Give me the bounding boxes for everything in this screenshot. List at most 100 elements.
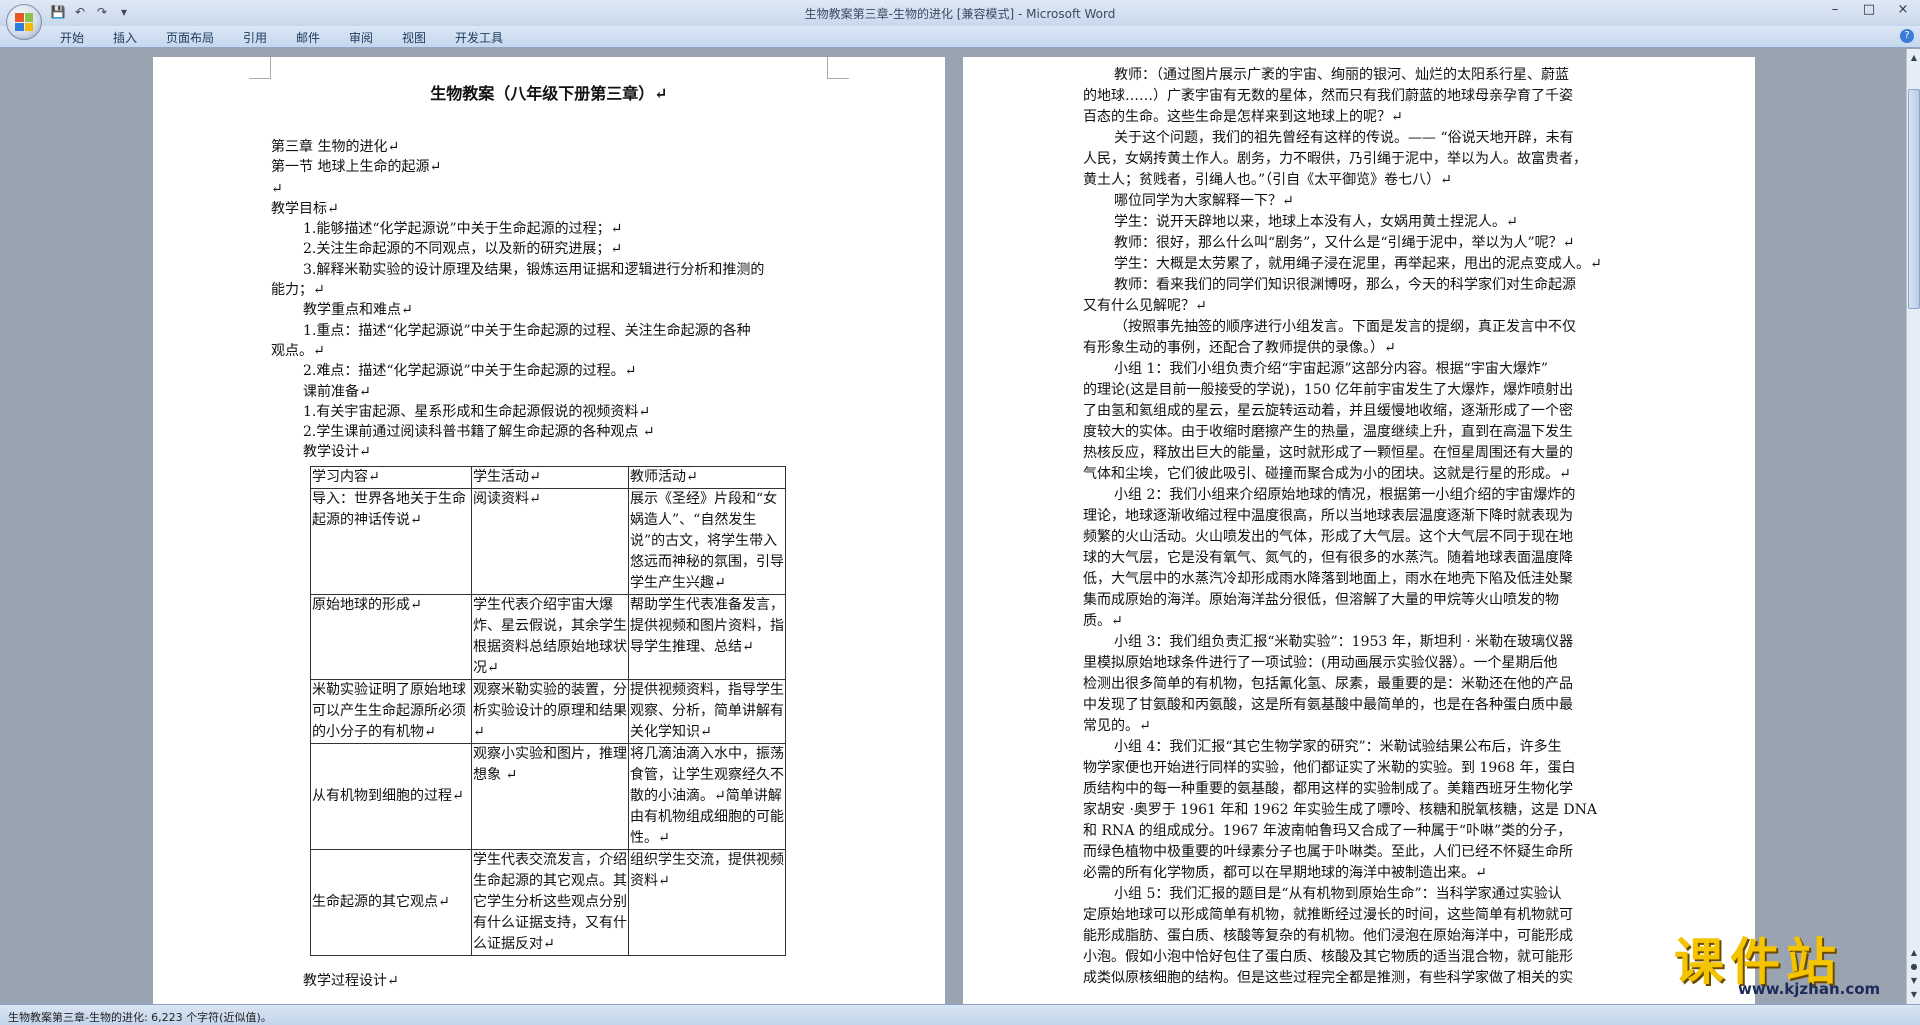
minimize-button[interactable]: – (1818, 0, 1852, 20)
table-cell[interactable]: 观察米勒实验的装置，分析实验设计的原理和结果↵ (471, 679, 629, 744)
paragraph-line: 气体和尘埃，它们彼此吸引、碰撞而聚合成为小的团块。这就是行星的形成。↵ (1083, 466, 1571, 482)
paragraph-line: 低，大气层中的水蒸汽冷却形成雨水降落到地面上，雨水在地壳下陷及低洼处聚 (1083, 571, 1573, 587)
paragraph-line: （按照事先抽签的顺序进行小组发言。下面是发言的提纲，真正发言中不仅 (1114, 319, 1576, 335)
paragraph-line: 关于这个问题，我们的祖先曾经有这样的传说。—— “俗说天地开辟，未有 (1114, 130, 1574, 146)
table-cell[interactable]: 导入：世界各地关于生命起源的神话传说↵ (310, 488, 472, 595)
paragraph-line: 教师：（通过图片展示广袤的宇宙、绚丽的银河、灿烂的太阳系行星、蔚蓝 (1114, 67, 1569, 83)
paragraph-line: 而绿色植物中极重要的叶绿素分子也属于卟啉类。至此，人们已经不怀疑生命所 (1083, 844, 1573, 860)
maximize-button[interactable]: □ (1852, 0, 1886, 20)
paragraph-line: 又有什么见解呢？↵ (1083, 298, 1207, 314)
paragraph-line: 质结构中的每一种重要的氨基酸，都用这样的实验制成了。美籍西班牙生物化学 (1083, 781, 1573, 797)
table-header-cell[interactable]: 教师活动↵ (628, 466, 786, 489)
table-cell[interactable]: 学生代表介绍宇宙大爆炸、星云假说，其余学生根据资料总结原始地球状况↵ (471, 594, 629, 680)
tab-developer[interactable]: 开发工具 (455, 29, 503, 46)
paragraph-line: 的理论(这是目前一般接受的学说)，150 亿年前宇宙发生了大爆炸，爆炸喷射出 (1083, 382, 1574, 398)
table-row: 导入：世界各地关于生命起源的神话传说↵ 阅读资料↵ 展示《圣经》片段和“女娲造人… (310, 488, 786, 595)
help-icon[interactable]: ? (1900, 29, 1914, 43)
tab-page-layout[interactable]: 页面布局 (166, 29, 214, 46)
ribbon-tabs: 开始 插入 页面布局 引用 邮件 审阅 视图 开发工具 ? (0, 26, 1920, 48)
close-button[interactable]: × (1886, 0, 1920, 20)
table-cell[interactable]: 组织学生交流，提供视频资料↵ (628, 849, 786, 956)
prev-page-icon[interactable]: ▲ (1908, 946, 1920, 960)
table-row: 从有机物到细胞的过程↵ 观察小实验和图片，推理想象 ↵ 将几滴油滴入水中，振荡食… (310, 743, 786, 850)
paragraph-line: 小组 5：我们汇报的题目是“从有机物到原始生命”：当科学家通过实验认 (1114, 886, 1562, 902)
design-heading: 教学设计↵ (303, 444, 371, 460)
document-page-1[interactable]: 生物教案（八年级下册第三章）↵ 第三章 生物的进化↵ 第一节 地球上生命的起源↵… (153, 57, 945, 1004)
paragraph: 1.能够描述“化学起源说”中关于生命起源的过程；↵ (303, 221, 623, 237)
table-cell[interactable]: 阅读资料↵ (471, 488, 629, 595)
paragraph-line: 哪位同学为大家解释一下？↵ (1114, 193, 1294, 209)
paragraph-line: 和 RNA 的组成成分。1967 年波南帕鲁玛又合成了一种属于“卟啉”类的分子， (1083, 823, 1572, 839)
scroll-down-icon[interactable]: ▼ (1908, 988, 1920, 1002)
paragraph-line: 检测出很多简单的有机物，包括氰化氢、尿素，最重要的是：米勒还在他的产品 (1083, 676, 1573, 692)
preparation-heading: 课前准备↵ (303, 384, 371, 400)
paragraph-line: 质。↵ (1083, 613, 1123, 629)
tab-mailings[interactable]: 邮件 (296, 29, 320, 46)
paragraph-line: 常见的。↵ (1083, 718, 1151, 734)
tab-insert[interactable]: 插入 (113, 29, 137, 46)
lesson-table[interactable]: 学习内容↵ 学生活动↵ 教师活动↵ 导入：世界各地关于生命起源的神话传说↵ 阅读… (310, 466, 786, 956)
paragraph-line: 小组 3：我们组负责汇报“米勒实验”：1953 年，斯坦利 · 米勒在玻璃仪器 (1114, 634, 1574, 650)
word-count-status[interactable]: 生物教案第三章-生物的进化: 6,223 个字符(近似值)。 (8, 1011, 272, 1024)
paragraph-line: 学生：说开天辟地以来，地球上本没有人，女娲用黄土捏泥人。↵ (1114, 214, 1518, 230)
paragraph-line: 热核反应，释放出巨大的能量，这时就形成了一颗恒星。在恒星周围还有大量的 (1083, 445, 1573, 461)
paragraph-line: 中发现了甘氨酸和丙氨酸，这是所有氨基酸中最简单的，也是在各种蛋白质中最 (1083, 697, 1573, 713)
objectives-heading: 教学目标↵ (271, 201, 339, 217)
paragraph: 2.难点：描述“化学起源说”中关于生命起源的过程。↵ (303, 363, 637, 379)
watermark-logo: 课件站 www.kjzhan.com (1668, 922, 1904, 1000)
document-title: 生物教案（八年级下册第三章）↵ (430, 84, 668, 103)
table-row: 生命起源的其它观点↵ 学生代表交流发言，介绍生命起源的其它观点。其它学生分析这些… (310, 849, 786, 956)
table-cell[interactable]: 提供视频资料，指导学生观察、分析，简单讲解有关化学知识↵ (628, 679, 786, 744)
paragraph: 观点。↵ (271, 343, 325, 359)
table-cell[interactable]: 原始地球的形成↵ (310, 594, 472, 680)
paragraph-line: 成类似原核细胞的结构。但是这些过程完全都是推测，有些科学家做了相关的实 (1083, 970, 1573, 986)
paragraph-line: 球的大气层，它是没有氧气、氮气的，但有很多的水蒸汽。随着地球表面温度降 (1083, 550, 1573, 566)
paragraph: 1.重点：描述“化学起源说”中关于生命起源的过程、关注生命起源的各种 (303, 323, 751, 339)
paragraph-line: 理论，地球逐渐收缩过程中温度很高，所以当地球表层温度逐渐下降时就表现为 (1083, 508, 1573, 524)
tab-references[interactable]: 引用 (243, 29, 267, 46)
next-page-icon[interactable]: ▼ (1908, 974, 1920, 988)
paragraph-mark: ↵ (271, 181, 283, 197)
table-cell[interactable]: 学生代表交流发言，介绍生命起源的其它观点。其它学生分析这些观点分别有什么证据支持… (471, 849, 629, 956)
status-bar: 生物教案第三章-生物的进化: 6,223 个字符(近似值)。 (0, 1004, 1920, 1025)
table-row: 米勒实验证明了原始地球可以产生生命起源所必须的小分子的有机物↵ 观察米勒实验的装… (310, 679, 786, 744)
paragraph-line: 频繁的火山活动。火山喷发出的气体，形成了大气层。这个大气层不同于现在地 (1083, 529, 1573, 545)
paragraph-line: 教师：看来我们的同学们知识很渊博呀，那么，今天的科学家们对生命起源 (1114, 277, 1576, 293)
scroll-thumb[interactable] (1908, 89, 1920, 309)
watermark-url: www.kjzhan.com (1738, 980, 1881, 998)
paragraph-line: 的地球……）广袤宇宙有无数的星体，然而只有我们蔚蓝的地球母亲孕育了千姿 (1083, 88, 1573, 104)
table-cell[interactable]: 米勒实验证明了原始地球可以产生生命起源所必须的小分子的有机物↵ (310, 679, 472, 744)
table-header-cell[interactable]: 学生活动↵ (471, 466, 629, 489)
table-header-cell[interactable]: 学习内容↵ (310, 466, 472, 489)
tab-review[interactable]: 审阅 (349, 29, 373, 46)
document-page-2[interactable]: 教师：（通过图片展示广袤的宇宙、绚丽的银河、灿烂的太阳系行星、蔚蓝的地球……）广… (963, 57, 1755, 1004)
paragraph-line: 能形成脂肪、蛋白质、核酸等复杂的有机物。他们浸泡在原始海洋中，可能形成 (1083, 928, 1573, 944)
paragraph-line: 集而成原始的海洋。原始海洋盐分很低，但溶解了大量的甲烷等火山喷发的物 (1083, 592, 1559, 608)
crop-mark (249, 57, 271, 79)
title-bar: 💾 ↶ ↷ ▾ 生物教案第三章-生物的进化 [兼容模式] - Microsoft… (0, 0, 1920, 26)
table-cell[interactable]: 生命起源的其它观点↵ (310, 849, 472, 956)
paragraph-line: 家胡安 ·奥罗于 1961 年和 1962 年实验生成了嘌呤、核糖和脱氧核糖，这… (1083, 802, 1597, 818)
process-heading: 教学过程设计↵ (303, 973, 399, 989)
browse-object-icon[interactable]: ● (1908, 960, 1920, 974)
paragraph-line: 小组 2：我们小组来介绍原始地球的情况，根据第一小组介绍的宇宙爆炸的 (1114, 487, 1576, 503)
paragraph-line: 人民，女娲抟黄土作人。剧务，力不暇供，乃引绳于泥中，举以为人。故富贵者， (1083, 151, 1587, 167)
table-header-row: 学习内容↵ 学生活动↵ 教师活动↵ (310, 466, 786, 489)
table-cell[interactable]: 观察小实验和图片，推理想象 ↵ (471, 743, 629, 850)
office-button[interactable] (6, 4, 42, 40)
table-cell[interactable]: 帮助学生代表准备发言，提供视频和图片资料，指导学生推理、总结↵ (628, 594, 786, 680)
paragraph-line: 必需的所有化学物质，都可以在早期地球的海洋中被制造出来。↵ (1083, 865, 1487, 881)
table-cell[interactable]: 展示《圣经》片段和“女娲造人”、“自然发生说”的古文，将学生带入悠远而神秘的氛围… (628, 488, 786, 595)
paragraph: 2.学生课前通过阅读科普书籍了解生命起源的各种观点 ↵ (303, 424, 655, 440)
paragraph: 1.有关宇宙起源、星系形成和生命起源假说的视频资料↵ (303, 404, 651, 420)
window-controls: – □ × (1818, 0, 1920, 20)
table-cell[interactable]: 将几滴油滴入水中，振荡食管，让学生观察经久不散的小油滴。↵简单讲解由有机物组成细… (628, 743, 786, 850)
document-workspace[interactable]: 生物教案（八年级下册第三章）↵ 第三章 生物的进化↵ 第一节 地球上生命的起源↵… (0, 49, 1906, 1004)
chapter-heading: 第三章 生物的进化↵ (271, 139, 400, 155)
paragraph: 3.解释米勒实验的设计原理及结果，锻炼运用证据和逻辑进行分析和推测的 (303, 262, 765, 278)
table-cell[interactable]: 从有机物到细胞的过程↵ (310, 743, 472, 850)
scroll-up-icon[interactable]: ▲ (1908, 51, 1920, 65)
tab-home[interactable]: 开始 (60, 29, 84, 46)
tab-view[interactable]: 视图 (402, 29, 426, 46)
vertical-scrollbar[interactable]: ▲ ▲ ● ▼ ▼ (1906, 49, 1920, 1004)
